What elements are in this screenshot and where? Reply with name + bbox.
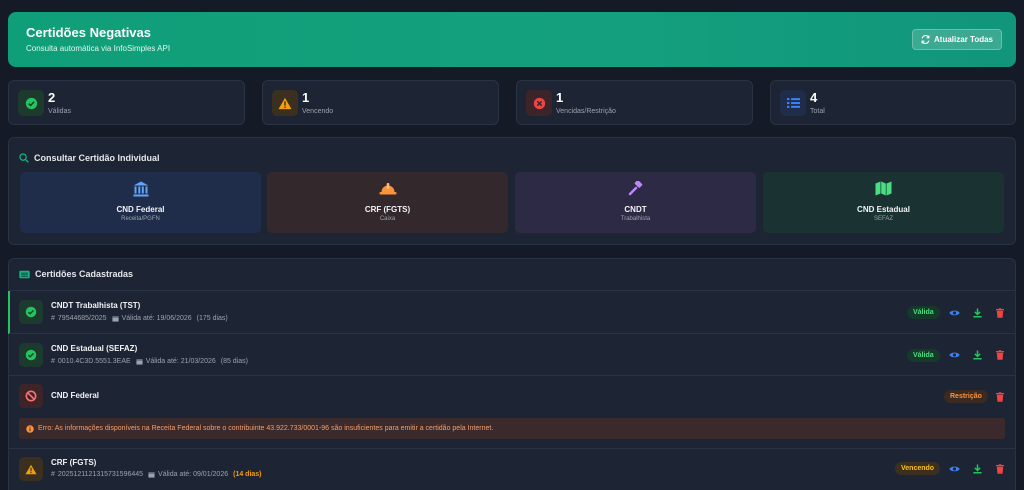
stat-expired: 1 Vencidas/Restrição: [516, 80, 753, 125]
card-org: SEFAZ: [873, 216, 893, 222]
stat-value: 1: [302, 90, 310, 105]
warning-icon: [272, 90, 298, 116]
card-name: CND Federal: [116, 205, 165, 214]
calendar-icon: [148, 472, 155, 478]
eye-icon[interactable]: [948, 349, 960, 361]
card-org: Caixa: [379, 216, 396, 222]
certificate-name: CNDT Trabalhista (TST): [51, 301, 141, 310]
page-header: Certidões Negativas Consulta automática …: [8, 12, 1016, 67]
hard-hat-icon: [267, 181, 508, 196]
calendar-icon: [136, 359, 143, 365]
x-circle-icon: [526, 90, 552, 116]
stat-label: Vencendo: [302, 108, 334, 115]
status-badge: Restrição: [944, 390, 988, 403]
certificate-valid-until: Válida até: 09/01/2026: [158, 471, 229, 478]
check-circle-icon: [19, 343, 43, 367]
ban-icon: [19, 384, 43, 408]
error-text: Erro: As informações disponíveis na Rece…: [38, 425, 494, 432]
registered-panel: Certidões Cadastradas CNDT Trabalhista (…: [8, 258, 1016, 490]
error-message: Erro: As informações disponíveis na Rece…: [19, 418, 1005, 439]
certificate-meta: # 0010.4C3D.5551.3EAE Válida até: 21/03/…: [51, 358, 248, 365]
stat-value: 2: [48, 90, 56, 105]
stat-label: Válidas: [48, 108, 71, 115]
consult-crf-fgts-card[interactable]: CRF (FGTS) Caixa: [267, 172, 508, 233]
table-icon: [19, 270, 30, 278]
consult-panel-title: Consultar Certidão Individual: [19, 153, 160, 163]
stat-total: 4 Total: [770, 80, 1016, 125]
status-badge: Válida: [907, 306, 940, 319]
page-subtitle: Consulta automática via InfoSimples API: [26, 44, 171, 53]
hash-icon: #: [51, 471, 55, 478]
certificate-days: (175 dias): [196, 315, 228, 322]
consult-cnd-federal-card[interactable]: CND Federal Receita/PGFN: [20, 172, 261, 233]
stat-value: 4: [810, 90, 818, 105]
check-circle-icon: [19, 300, 43, 324]
consult-cnd-estadual-card[interactable]: CND Estadual SEFAZ: [763, 172, 1004, 233]
refresh-all-label: Atualizar Todas: [934, 35, 993, 44]
bank-icon: [20, 181, 261, 197]
registered-panel-title: Certidões Cadastradas: [19, 269, 133, 279]
certificate-number: 2025121121315731596445: [57, 471, 144, 478]
card-name: CNDT: [624, 205, 647, 214]
eye-icon[interactable]: [948, 463, 960, 475]
certificate-name: CND Federal: [51, 391, 100, 400]
certificate-meta: # 2025121121315731596445 Válida até: 09/…: [51, 471, 262, 478]
search-icon: [19, 153, 29, 163]
valid-indicator: [8, 291, 10, 334]
list-icon: [780, 90, 806, 116]
certificate-name: CND Estadual (SEFAZ): [51, 344, 138, 353]
certificate-number: 79544685/2025: [57, 315, 107, 322]
stat-label: Total: [810, 108, 825, 115]
refresh-all-button[interactable]: Atualizar Todas: [912, 29, 1002, 50]
card-org: Trabalhista: [620, 216, 651, 222]
stat-expiring: 1 Vencendo: [262, 80, 499, 125]
status-badge: Vencendo: [895, 462, 941, 475]
refresh-icon: [921, 35, 930, 44]
stat-value: 1: [556, 90, 564, 105]
certificate-row: CRF (FGTS) # 2025121121315731596445 Váli…: [9, 448, 1015, 490]
calendar-icon: [112, 316, 119, 322]
certificate-days: (85 dias): [220, 358, 248, 365]
trash-icon[interactable]: [994, 391, 1006, 403]
stat-label: Vencidas/Restrição: [556, 108, 616, 115]
map-icon: [763, 181, 1004, 196]
hash-icon: #: [51, 358, 55, 365]
certificate-row: CND Federal Restrição Erro: As informaçõ…: [9, 375, 1015, 448]
consult-cndt-card[interactable]: CNDT Trabalhista: [515, 172, 756, 233]
page-title: Certidões Negativas: [26, 25, 151, 40]
trash-icon[interactable]: [994, 307, 1006, 319]
trash-icon[interactable]: [994, 349, 1006, 361]
download-icon[interactable]: [971, 463, 983, 475]
warning-icon: [19, 457, 43, 481]
hash-icon: #: [51, 315, 55, 322]
card-org: Receita/PGFN: [121, 216, 160, 222]
certificate-days: (14 dias): [233, 471, 262, 478]
certificate-row: CNDT Trabalhista (TST) # 79544685/2025 V…: [8, 290, 1015, 334]
card-name: CRF (FGTS): [364, 205, 411, 214]
download-icon[interactable]: [971, 307, 983, 319]
gavel-icon: [515, 181, 756, 197]
status-badge: Válida: [907, 349, 940, 362]
certificate-valid-until: Válida até: 21/03/2026: [145, 358, 216, 365]
certificate-name: CRF (FGTS): [51, 458, 97, 467]
card-name: CND Estadual: [857, 205, 910, 214]
info-icon: [26, 424, 34, 433]
certificate-row: CND Estadual (SEFAZ) # 0010.4C3D.5551.3E…: [9, 333, 1015, 375]
check-circle-icon: [18, 90, 44, 116]
eye-icon[interactable]: [948, 307, 960, 319]
certificate-valid-until: Válida até: 19/06/2026: [121, 315, 192, 322]
trash-icon[interactable]: [994, 463, 1006, 475]
certificate-number: 0010.4C3D.5551.3EAE: [57, 358, 131, 365]
download-icon[interactable]: [971, 349, 983, 361]
stat-valid: 2 Válidas: [8, 80, 245, 125]
certificate-meta: # 79544685/2025 Válida até: 19/06/2026 (…: [51, 315, 228, 322]
consult-panel: Consultar Certidão Individual CND Federa…: [8, 137, 1016, 245]
